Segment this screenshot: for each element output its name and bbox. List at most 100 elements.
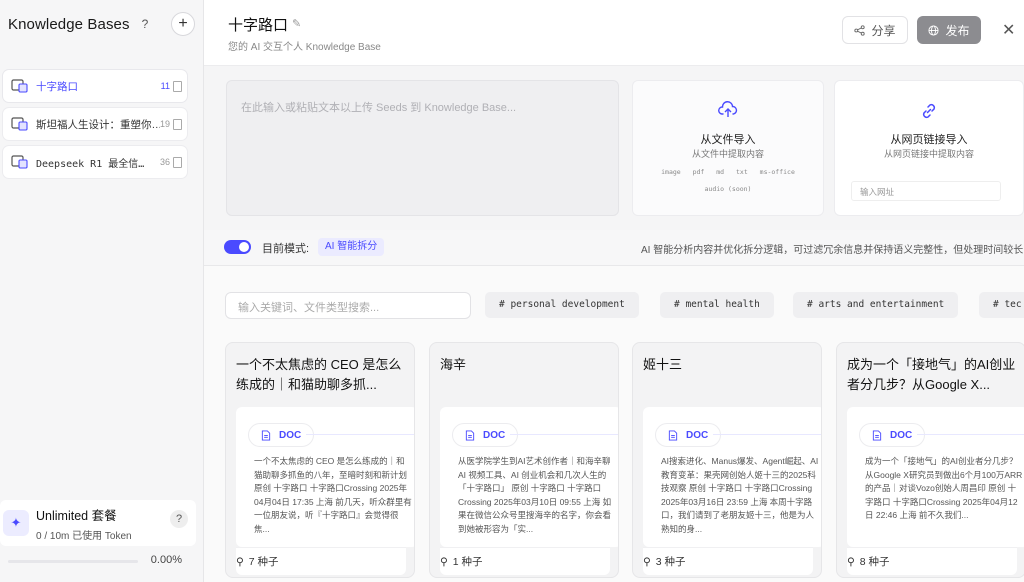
kb-item-count: 11 [160,81,170,91]
tag-filter[interactable]: # tec [979,292,1024,318]
knowledge-base-icon [11,78,29,94]
document-icon [173,156,182,168]
search-input[interactable]: 输入关键词、文件类型搜索... [225,292,471,319]
plan-card: ✦ Unlimited 套餐 0 / 10m 已使用 Token ? [0,500,196,546]
tag-filter[interactable]: # personal development [485,292,639,318]
close-icon[interactable]: ✕ [1002,20,1015,40]
seed-input-placeholder: 在此输入或粘贴文本以上传 Seeds 到 Knowledge Base... [241,102,517,114]
add-knowledge-base-button[interactable]: + [171,12,195,36]
knowledge-base-list: 十字路口 11 斯坦福人生设计：重塑你… 19 Deepseek R1 最全信…… [0,70,203,178]
sidebar-title: Knowledge Bases [8,15,130,33]
seed-count: 1 种子 [452,556,483,568]
share-button[interactable]: 分享 [842,16,908,44]
plan-usage: 0 / 10m 已使用 Token [36,530,132,542]
page-title: 十字路口 [228,17,289,34]
input-zone: 在此输入或粘贴文本以上传 Seeds 到 Knowledge Base... 从… [204,66,1024,230]
seed-cards: 一个不太焦虑的 CEO 是怎么练成的｜和猫助聊多抓... DOC 一个不太焦虑的… [204,342,1024,582]
page-subtitle: 您的 AI 交互个人 Knowledge Base [228,42,381,53]
token-progress-bar [8,560,138,563]
card-footer: ⚲ 8 种子 [847,547,1017,575]
edit-icon[interactable]: ✎ [292,17,301,30]
kb-item-name: 斯坦福人生设计：重塑你… [36,118,160,131]
file-formats: image pdf md txt ms-office [661,168,795,176]
doc-badge: DOC [655,423,722,447]
document-icon [465,429,475,441]
kb-item-count: 36 [159,157,170,167]
globe-icon [928,24,940,36]
divider [510,434,618,435]
card-footer: ⚲ 7 种子 [236,547,406,575]
kb-item-name: 十字路口 [36,80,78,93]
card-title: 海辛 [440,357,467,372]
doc-preview: DOC 成为一个「接地气」的AI创业者分几步？从Google X研究员到做出6个… [847,407,1024,547]
token-progress-text: 0.00% [150,554,182,566]
help-icon[interactable]: ? [142,17,149,31]
knowledge-base-icon [11,154,29,170]
doc-badge-label: DOC [483,429,506,441]
mode-description: AI 智能分析内容并优化拆分逻辑，可过滤冗余信息并保持语义完整性，但处理时间较长 [641,245,1024,256]
ai-split-toggle[interactable] [224,240,251,254]
doc-badge-label: DOC [890,429,913,441]
seed-card[interactable]: 成为一个「接地气」的AI创业者分几步？从Google X... DOC 成为一个… [836,342,1024,578]
divider [306,434,414,435]
web-import-title: 从网页链接导入 [890,134,968,146]
card-title: 姬十三 [643,357,683,372]
file-import-subtitle: 从文件中提取内容 [691,149,764,159]
doc-excerpt: AI搜索进化、Manus爆发、Agent崛起、AI教育变革：果壳网创始人姬十三的… [661,456,819,534]
filter-row: 输入关键词、文件类型搜索... # personal development #… [204,284,1024,320]
document-icon [173,118,182,130]
seed-card[interactable]: 海辛 DOC 从医学院学生到AI艺术创作者｜和海辛聊 AI 视频工具、AI 创业… [429,342,619,578]
plan-panel: ✦ Unlimited 套餐 0 / 10m 已使用 Token ? 0.00% [0,500,203,582]
plan-title: Unlimited 套餐 [36,508,117,523]
document-icon [261,429,271,441]
file-formats-soon: audio (soon) [704,185,752,193]
seed-count: 8 种子 [859,556,890,568]
document-icon [173,80,182,92]
tag-filter[interactable]: # mental health [660,292,774,318]
mode-label: 目前模式: [262,243,310,255]
link-icon [919,101,939,126]
document-icon [872,429,882,441]
file-import-title: 从文件导入 [700,134,756,146]
share-label: 分享 [871,23,896,38]
seed-count: 7 种子 [248,556,279,568]
card-title: 成为一个「接地气」的AI创业者分几步？从Google X... [847,357,1016,392]
divider [713,434,821,435]
header: 十字路口 ✎ 您的 AI 交互个人 Knowledge Base 分享 发布 ✕ [204,0,1024,66]
doc-excerpt: 从医学院学生到AI艺术创作者｜和海辛聊 AI 视频工具、AI 创业机会和几次人生… [458,456,612,534]
knowledge-base-icon [11,116,29,132]
main-panel: 十字路口 ✎ 您的 AI 交互个人 Knowledge Base 分享 发布 ✕… [204,0,1024,582]
seed-count: 3 种子 [655,556,686,568]
app: Knowledge Bases ? + 十字路口 11 斯坦福人生设计：重塑你…… [0,0,1024,582]
seed-icon: ⚲ [236,555,244,568]
file-import-card[interactable]: 从文件导入 从文件中提取内容 image pdf md txt ms-offic… [632,80,824,216]
card-footer: ⚲ 1 种子 [440,547,610,575]
seed-input[interactable]: 在此输入或粘贴文本以上传 Seeds 到 Knowledge Base... [226,80,619,216]
doc-badge-label: DOC [686,429,709,441]
doc-badge: DOC [248,423,315,447]
sparkle-icon: ✦ [3,510,29,536]
kb-item-1[interactable]: 斯坦福人生设计：重塑你… 19 [3,108,187,140]
publish-button[interactable]: 发布 [917,16,981,44]
doc-excerpt: 一个不太焦虑的 CEO 是怎么练成的｜和猫助聊多抓鱼的八年，至暗时刻和新计划 原… [254,456,412,534]
doc-badge-label: DOC [279,429,302,441]
web-import-card: 从网页链接导入 从网页链接中提取内容 输入网址 [834,80,1024,216]
tag-filter[interactable]: # arts and entertainment [793,292,959,318]
sidebar: Knowledge Bases ? + 十字路口 11 斯坦福人生设计：重塑你…… [0,0,204,582]
web-import-subtitle: 从网页链接中提取内容 [883,149,974,159]
card-title: 一个不太焦虑的 CEO 是怎么练成的｜和猫助聊多抓... [236,357,402,392]
mode-row: 目前模式: AI 智能拆分 AI 智能分析内容并优化拆分逻辑，可过滤冗余信息并保… [204,230,1024,266]
kb-item-2[interactable]: Deepseek R1 最全信… 36 [3,146,187,178]
upload-cloud-icon [718,101,738,124]
doc-badge: DOC [859,423,926,447]
plan-help-icon[interactable]: ? [170,510,188,528]
seed-card[interactable]: 姬十三 DOC AI搜索进化、Manus爆发、Agent崛起、AI教育变革：果壳… [632,342,822,578]
mode-chip: AI 智能拆分 [318,238,385,256]
kb-item-count: 19 [159,119,170,129]
url-input[interactable]: 输入网址 [851,181,1001,201]
doc-excerpt: 成为一个「接地气」的AI创业者分几步？从Google X研究员到做出6个月100… [865,456,1023,520]
kb-item-0[interactable]: 十字路口 11 [3,70,187,102]
seed-card[interactable]: 一个不太焦虑的 CEO 是怎么练成的｜和猫助聊多抓... DOC 一个不太焦虑的… [225,342,415,578]
kb-item-name: Deepseek R1 最全信… [36,158,145,170]
seed-icon: ⚲ [847,555,855,568]
